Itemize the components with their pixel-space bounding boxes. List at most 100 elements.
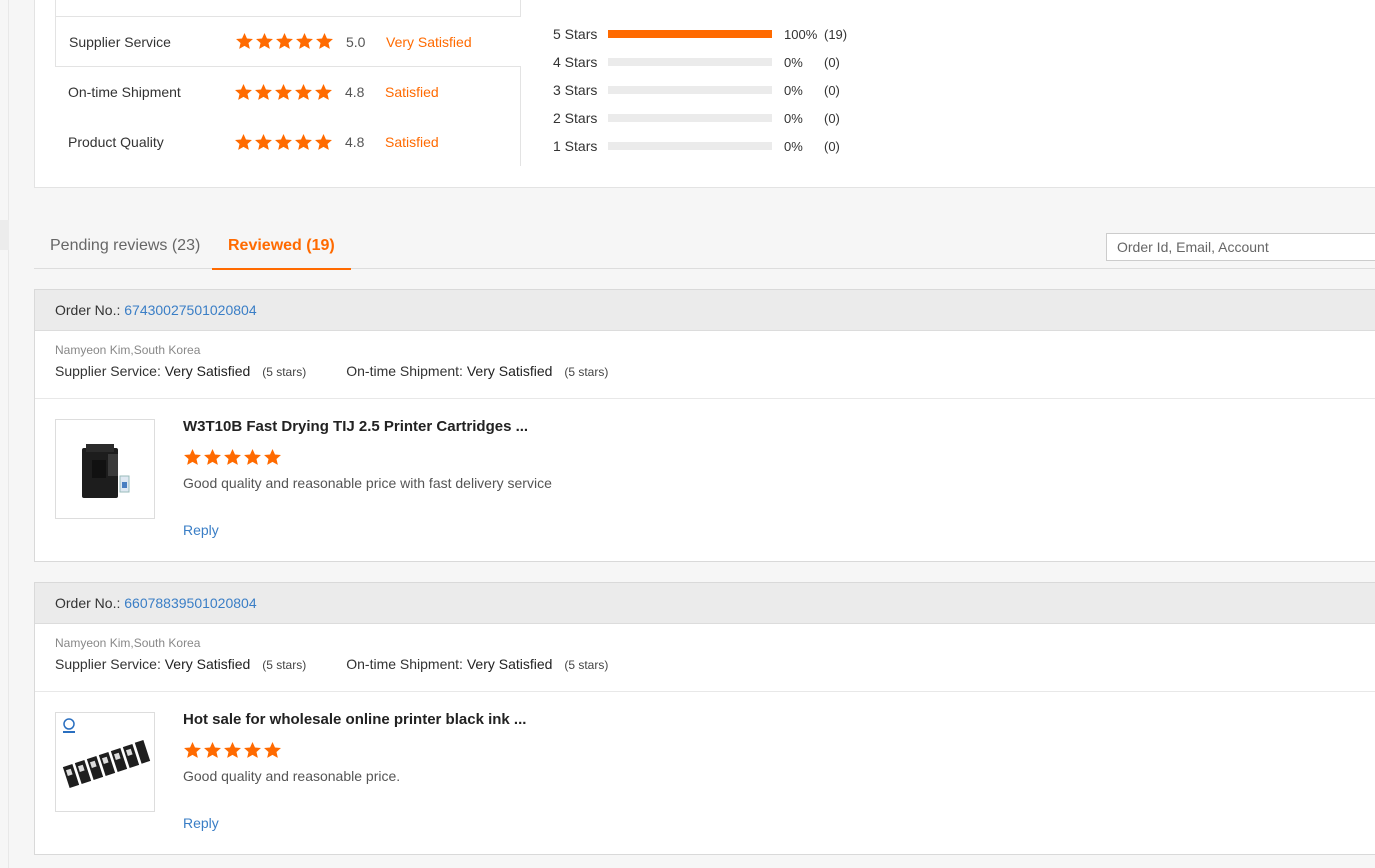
tab-pending-reviews[interactable]: Pending reviews (23) [34,226,216,269]
product-thumbnail[interactable] [55,712,155,812]
distribution-count: (0) [824,110,840,126]
distribution-count: (0) [824,54,840,70]
star-icon [204,741,221,758]
product-star-rating [183,741,282,760]
distribution-label: 4 Stars [553,54,598,70]
star-icon [244,448,261,465]
reply-link[interactable]: Reply [183,815,219,831]
distribution-label: 3 Stars [553,82,598,98]
ink-cartridges-image [62,718,151,789]
score-value: Very Satisfied [164,363,251,379]
supplier-service-score: Supplier Service: Very Satisfied (5 star… [55,363,306,379]
distribution-bar [608,30,772,38]
score-label: Supplier Service: [55,656,161,672]
product-title[interactable]: Hot sale for wholesale online printer bl… [183,711,526,728]
score-value: Very Satisfied [466,363,553,379]
star-icon [315,133,332,150]
star-icon [184,448,201,465]
distribution-bar-fill [608,30,772,38]
star-icon [235,133,252,150]
star-icon [255,133,272,150]
order-number-link[interactable]: 67430027501020804 [124,302,256,318]
distribution-row: 3 Stars 0% (0) [553,76,864,104]
order-header: Order No.: 66078839501020804 [35,583,1375,624]
score-value: Very Satisfied [466,656,553,672]
rating-label: Product Quality [68,134,164,150]
star-icon [296,32,313,49]
star-icon [264,448,281,465]
review-tabs: Pending reviews (23) Reviewed (19) [34,226,1375,270]
left-rail [0,0,9,868]
distribution-bar [608,58,772,66]
distribution-percent: 0% [784,54,803,70]
star-icon [275,83,292,100]
score-stars: (5 stars) [262,365,307,379]
buyer-info: Namyeon Kim,South Korea Supplier Service… [35,624,1375,692]
score-stars: (5 stars) [564,658,609,672]
rating-row-product-quality[interactable]: Product Quality 4.8 Satisfied [55,117,521,167]
product-thumbnail[interactable] [55,419,155,519]
star-icon [235,83,252,100]
cartridge-image [82,444,130,498]
reply-link[interactable]: Reply [183,522,219,538]
distribution-label: 1 Stars [553,138,598,154]
score-stars: (5 stars) [262,658,307,672]
rating-label: On-time Shipment [68,84,181,100]
shipment-score: On-time Shipment: Very Satisfied (5 star… [346,656,608,672]
distribution-count: (0) [824,138,840,154]
order-card: Order No.: 67430027501020804 Namyeon Kim… [34,289,1375,562]
product-star-rating [183,448,282,467]
buyer-scores: Supplier Service: Very Satisfied (5 star… [55,656,1355,672]
distribution-label: 5 Stars [553,26,598,42]
distribution-percent: 0% [784,138,803,154]
distribution-count: (19) [824,26,848,42]
distribution-label: 2 Stars [553,110,598,126]
order-number-link[interactable]: 66078839501020804 [124,595,256,611]
star-icon [224,741,241,758]
star-icon [255,83,272,100]
order-header: Order No.: 67430027501020804 [35,290,1375,331]
star-rating [234,83,333,102]
distribution-bar [608,142,772,150]
rating-score: 4.8 [345,134,365,150]
rating-score: 4.8 [345,84,365,100]
distribution-row: 5 Stars 100% (19) [553,20,864,48]
distribution-row: 2 Stars 0% (0) [553,104,864,132]
distribution-percent: 0% [784,110,803,126]
rating-verdict: Very Satisfied [386,33,472,50]
tab-reviewed[interactable]: Reviewed (19) [212,226,351,270]
score-label: On-time Shipment: [346,656,463,672]
distribution-row: 4 Stars 0% (0) [553,48,864,76]
distribution-bar [608,114,772,122]
distribution-row: 1 Stars 0% (0) [553,132,864,160]
score-value: Very Satisfied [164,656,251,672]
rating-verdict: Satisfied [385,134,439,150]
shipment-score: On-time Shipment: Very Satisfied (5 star… [346,363,608,379]
rating-row-on-time-shipment[interactable]: On-time Shipment 4.8 Satisfied [55,67,521,117]
buyer-name: Namyeon Kim,South Korea [55,343,201,357]
review-text: Good quality and reasonable price. [183,768,401,784]
distribution-percent: 100% [784,26,818,42]
order-number-label: Order No.: [55,302,121,318]
star-icon [204,448,221,465]
star-distribution: 5 Stars 100% (19) 4 Stars 0% (0) 3 Stars… [553,20,864,160]
rating-row-supplier-service[interactable]: Supplier Service 5.0 Very Satisfied [55,17,521,67]
rating-breakdown: Supplier Service 5.0 Very Satisfied On-t… [55,0,521,166]
left-rail-handle[interactable] [0,220,9,250]
distribution-percent: 0% [784,82,803,98]
star-icon [275,133,292,150]
review-text: Good quality and reasonable price with f… [183,475,552,491]
search-input[interactable] [1106,233,1375,261]
star-icon [264,741,281,758]
product-title[interactable]: W3T10B Fast Drying TIJ 2.5 Printer Cartr… [183,418,528,435]
buyer-scores: Supplier Service: Very Satisfied (5 star… [55,363,1355,379]
rating-score: 5.0 [346,33,366,50]
star-icon [315,83,332,100]
star-icon [224,448,241,465]
star-icon [276,32,293,49]
star-rating [235,32,334,51]
star-icon [295,133,312,150]
supplier-service-score: Supplier Service: Very Satisfied (5 star… [55,656,306,672]
rating-label: Supplier Service [69,33,171,50]
star-icon [316,32,333,49]
